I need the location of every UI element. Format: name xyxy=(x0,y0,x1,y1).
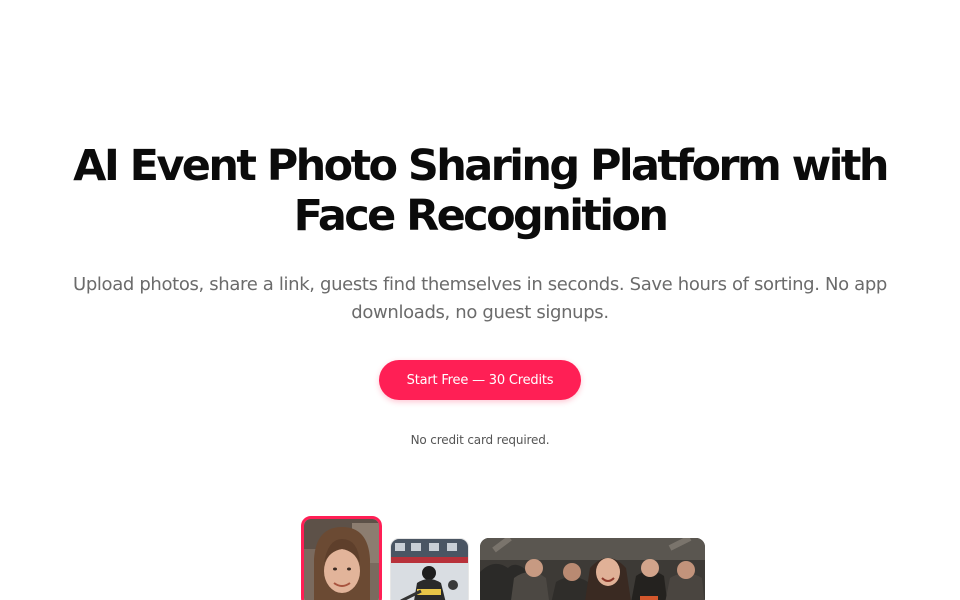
party-photo-image xyxy=(480,538,705,600)
gallery-photo-party-crowd[interactable] xyxy=(480,538,705,600)
gallery-photo-portrait-selected[interactable] xyxy=(301,516,382,600)
photo-gallery-preview xyxy=(0,0,960,600)
gallery-photo-hockey[interactable] xyxy=(390,538,469,600)
portrait-photo-image xyxy=(304,519,379,600)
hockey-photo-image xyxy=(391,539,468,600)
